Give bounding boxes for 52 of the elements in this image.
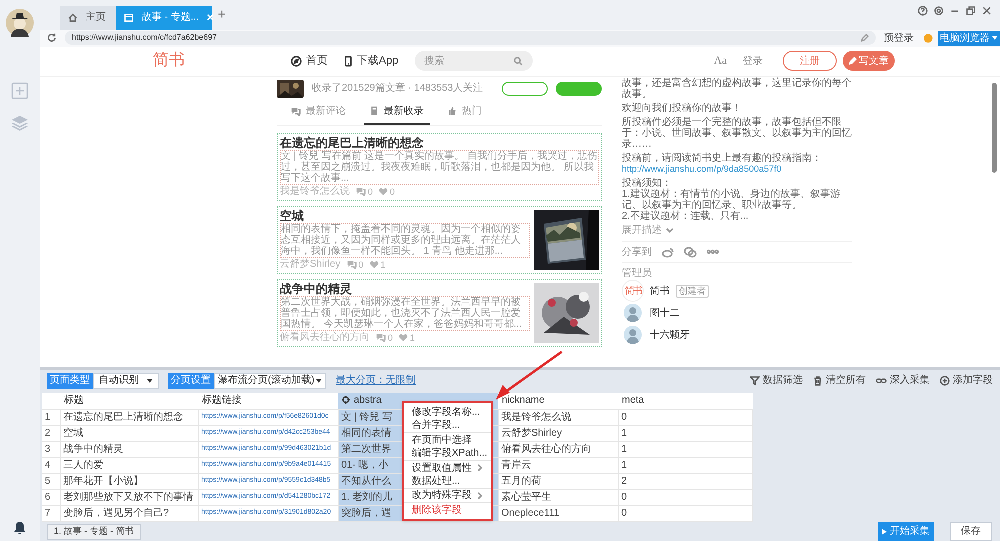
tab-label: 主页 <box>86 10 106 26</box>
article-abstract: 文 | 铃兒 写在篇前 这是一个真实的故事。 自我们分手后，我哭过，悲伤过，甚至因之崩溃过。我夜夜难眠，听歌落泪，也都是因为他。 所以我写下这个故事... <box>280 150 599 185</box>
table-cell: 五月的荷 <box>498 474 618 490</box>
row-number: 1 <box>42 410 60 426</box>
tab-label: 故事 - 专题... <box>142 10 200 26</box>
table-cell: 在遗忘的尾巴上清晰的想念 <box>60 410 198 426</box>
table-cell: 0 <box>618 410 752 426</box>
row-number: 4 <box>42 458 60 474</box>
field-label: 分页设置 <box>168 372 214 388</box>
table-cell: 空城 <box>60 426 198 442</box>
description-paragraph: 投稿前，请阅读简书史上最有趣的投稿指南： <box>622 152 823 164</box>
share-label: 分享到 <box>622 246 652 258</box>
table-cell: 0 <box>618 506 752 522</box>
comment-count: 0 <box>368 186 374 198</box>
table-cell: 我是铃爷怎么说 <box>498 410 618 426</box>
table-cell: Oneplece111 <box>498 506 618 522</box>
table-cell: 老刘那些放下又放不下的事情 <box>60 490 198 506</box>
notice-line: 1.建议题材：有情节的小说、身边的故事、叙事游记、以叙事为主的回忆录、职业故事等。 <box>622 188 842 211</box>
table-cell: 变脸后，遇见另个自己? <box>60 506 198 522</box>
table-cell: 1 <box>618 458 752 474</box>
notice-line: 2.不建议题材：连载、只有... <box>622 210 750 222</box>
row-number: 6 <box>42 490 60 506</box>
article-abstract: 相同的表情下，掩盖着不同的灵魂。因为一个相似的姿态互相接近，又因为同样或更多的理由远离。在茫茫人海中，我们像鱼一样不能回头。 1 青鸟 他走进那... <box>280 222 530 258</box>
comment-count: 0 <box>388 332 394 344</box>
description-paragraph: 所投稿件必须是一个完整的故事，故事包括但不限于：小说、世间故事、叙事散文、以叙事为主的回忆录…… <box>622 116 852 150</box>
table-cell: 战争中的精灵 <box>60 442 198 458</box>
row-number: 2 <box>42 426 60 442</box>
like-count: 0 <box>390 186 396 198</box>
like-count: 1 <box>410 332 416 344</box>
row-number: 7 <box>42 506 60 522</box>
row-number: 5 <box>42 474 60 490</box>
table-cell: 1 <box>618 442 752 458</box>
table-cell: 那年花开【小说】 <box>60 474 198 490</box>
table-cell: 俯看风去往心的方向 <box>498 442 618 458</box>
table-cell: 2 <box>618 474 752 490</box>
like-count: 1 <box>380 258 386 271</box>
table-cell: 青岸云 <box>498 458 618 474</box>
creator-badge: 创建者 <box>676 284 709 298</box>
collection-stats: 收录了201529篇文章 · 1483553人关注 <box>312 82 484 96</box>
table-cell: 三人的爱 <box>60 458 198 474</box>
table-cell: 云舒梦Shirley <box>498 426 618 442</box>
comment-count: 0 <box>358 258 364 271</box>
row-number: 3 <box>42 442 60 458</box>
description-paragraph: 故事，还是富含幻想的虚构故事，这里记录你的每个故事。 <box>622 78 852 100</box>
table-cell: 素心莹平生 <box>498 490 618 506</box>
field-label: 页面类型 <box>47 372 93 388</box>
article-abstract: 第二次世界大战，硝烟弥漫在全世界。法兰西早早的被普鲁士占领，即便如此，也浇灭不了法兰西人民一腔爱国热情。 今天凯瑟琳一个人在家，爸爸妈妈和哥哥都... <box>280 296 530 331</box>
table-cell: 1 <box>618 426 752 442</box>
description-paragraph: 欢迎向我们投稿你的故事！ <box>622 102 743 114</box>
table-cell: 0 <box>618 490 752 506</box>
section-title: 管理员 <box>622 268 653 279</box>
notice-line: 投稿须知： <box>622 178 673 189</box>
